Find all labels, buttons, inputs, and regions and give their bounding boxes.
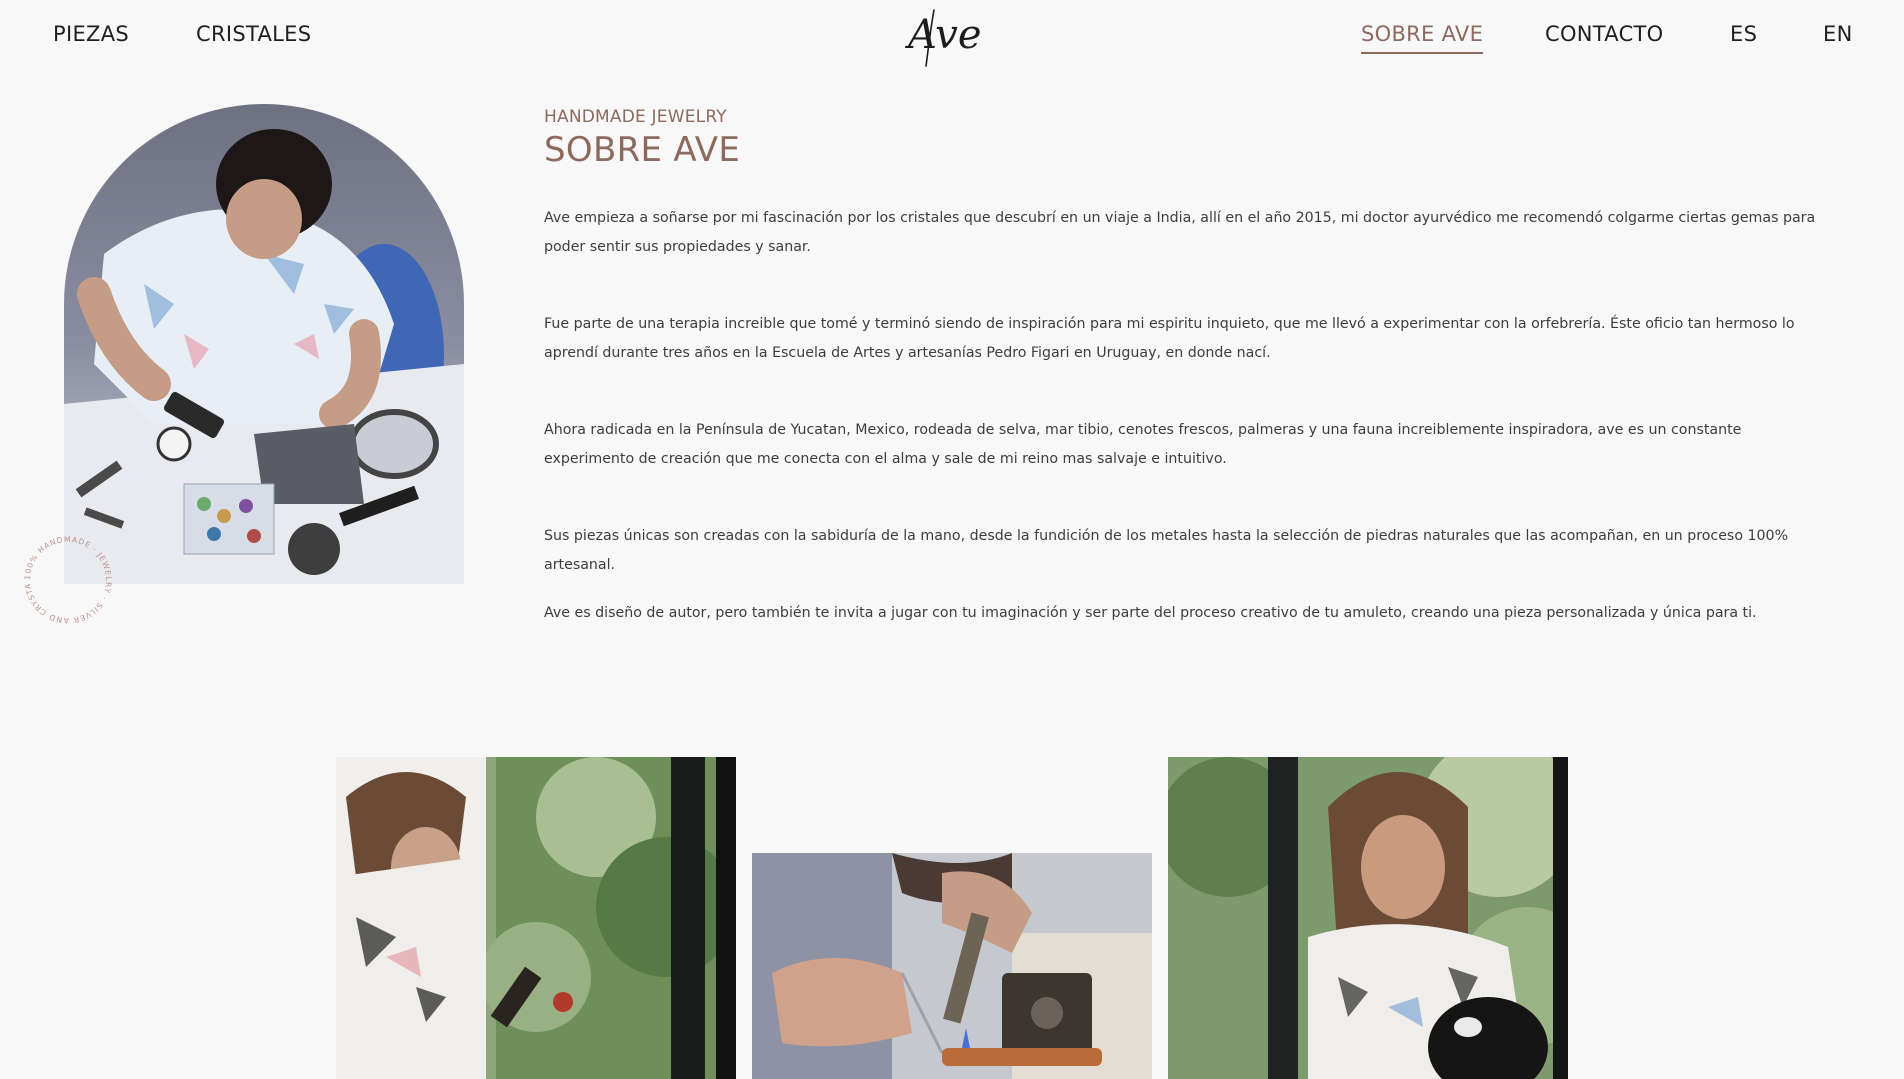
language-en[interactable]: EN [1823,22,1853,46]
about-paragraph-5: Ave es diseño de autor, pero también te … [544,605,1757,621]
svg-text:Ave: Ave [904,12,982,58]
gallery-photo-3 [1168,757,1568,1079]
nav-link-sobre-ave[interactable]: SOBRE AVE [1361,22,1484,54]
about-paragraph-2: Fue parte de una terapia increible que t… [544,316,1795,361]
about-paragraph-4: Sus piezas únicas son creadas con la sab… [544,528,1789,573]
svg-text:100% HANDMADE · JEWELRY · SILV: 100% HANDMADE · JEWELRY · SILVER AND CRY… [18,530,113,625]
gallery-photo-1 [336,757,736,1079]
about-paragraph-3: Ahora radicada en la Península de Yucata… [544,422,1742,467]
nav-link-contacto[interactable]: CONTACTO [1545,22,1664,46]
nav-link-cristales[interactable]: CRISTALES [196,22,311,46]
nav-link-piezas[interactable]: PIEZAS [53,22,129,46]
gallery-photo-2 [752,853,1152,1079]
about-paragraph-1: Ave empieza a soñarse por mi fascinación… [544,210,1816,255]
section-eyebrow: HANDMADE JEWELRY [544,107,727,127]
portrait-photo [64,104,464,584]
handmade-badge: 100% HANDMADE · JEWELRY · SILVER AND CRY… [18,530,113,625]
ave-logo[interactable]: Ave [904,2,994,70]
language-es[interactable]: ES [1730,22,1757,46]
page-title: SOBRE AVE [544,130,741,170]
